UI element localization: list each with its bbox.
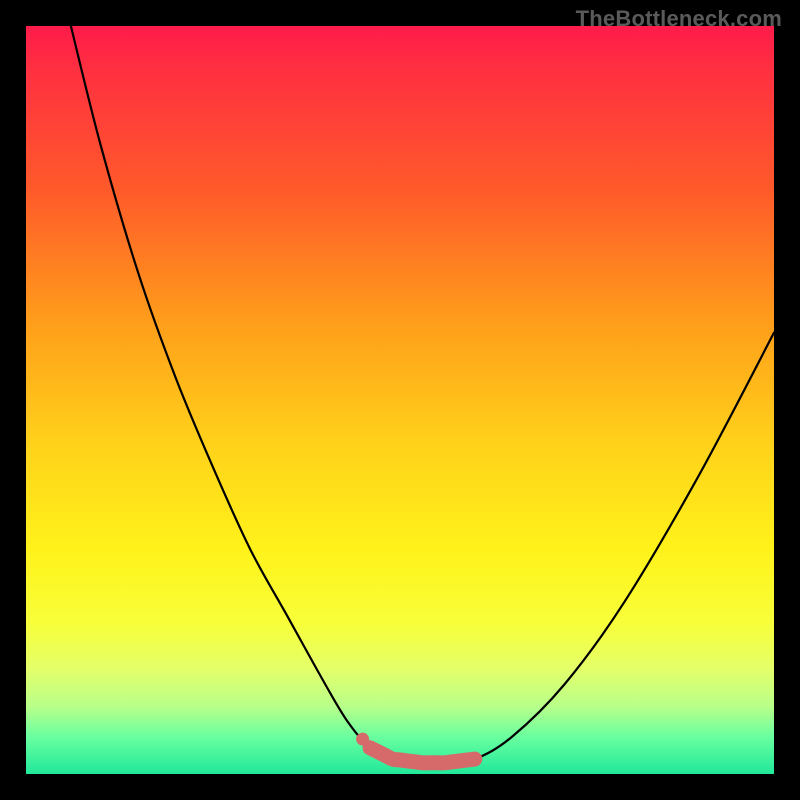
chart-frame: TheBottleneck.com <box>0 0 800 800</box>
curve-svg <box>26 26 774 774</box>
optimal-range-highlight <box>370 748 475 763</box>
highlight-start-dot <box>356 733 369 746</box>
plot-area <box>26 26 774 774</box>
bottleneck-curve-path <box>71 26 774 763</box>
